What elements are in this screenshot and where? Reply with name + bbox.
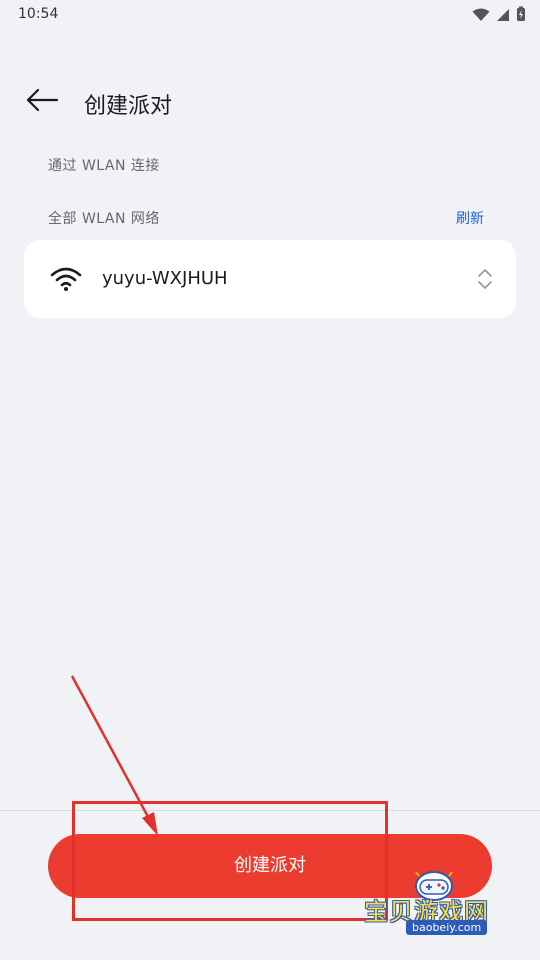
watermark-url: baobeiy.com [406, 920, 488, 935]
annotation-arrow [70, 675, 158, 836]
create-party-button[interactable]: 创建派对 [48, 834, 492, 898]
battery-charging-icon [516, 6, 526, 26]
status-bar: 10:54 [0, 0, 540, 32]
section-label-connect-via-wlan: 通过 WLAN 连接 [48, 158, 160, 174]
page-title: 创建派对 [84, 94, 173, 119]
arrow-left-icon [25, 88, 59, 116]
expand-collapse-icon[interactable] [476, 266, 494, 296]
cell-signal-icon [496, 7, 510, 26]
back-button[interactable] [24, 86, 60, 118]
header: 创建派对 [0, 78, 540, 126]
refresh-link[interactable]: 刷新 [456, 208, 484, 228]
bottom-divider [0, 810, 540, 811]
section-label-all-wlan-networks: 全部 WLAN 网络 [48, 211, 160, 227]
create-party-button-label: 创建派对 [234, 855, 306, 876]
wifi-signal-icon [472, 7, 490, 26]
wifi-network-name: yuyu-WXJHUH [102, 268, 228, 289]
wifi-icon [50, 266, 82, 296]
status-icons [472, 6, 526, 26]
wifi-network-item[interactable]: yuyu-WXJHUH [24, 240, 516, 318]
status-time: 10:54 [18, 6, 59, 22]
